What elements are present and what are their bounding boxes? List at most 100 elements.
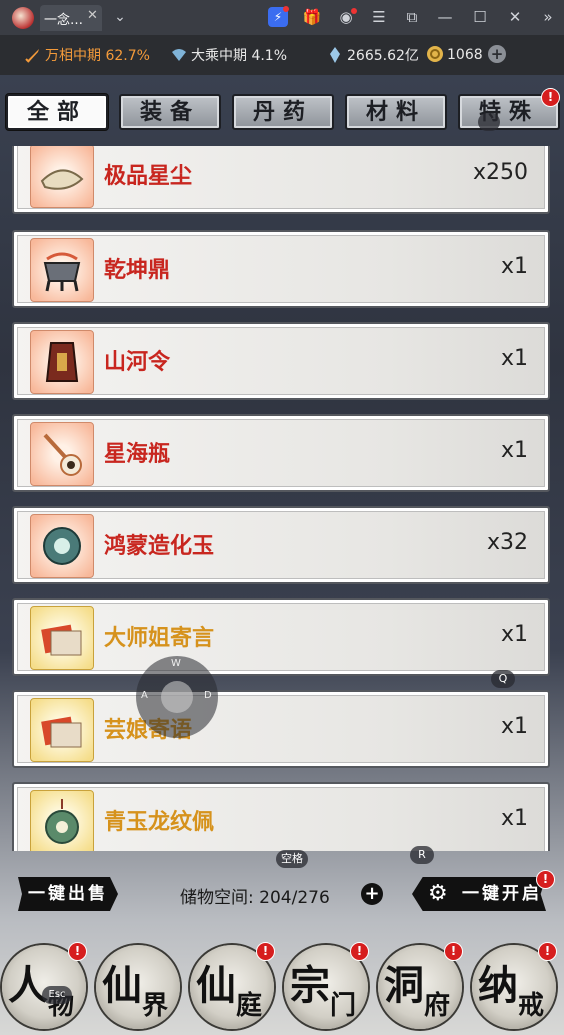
letter-icon — [30, 698, 94, 762]
nav-cave-abode-char1: 洞 — [384, 962, 424, 1009]
nav-character-char1: 人 — [8, 962, 48, 1009]
stardust-icon — [30, 146, 94, 208]
joystick-knob[interactable] — [161, 681, 193, 713]
app-icon — [12, 7, 34, 29]
item-name: 大师姐寄言 — [104, 626, 215, 651]
list-item[interactable]: 极品星尘 x250 — [12, 146, 550, 214]
item-quantity: x1 — [500, 346, 528, 371]
tab-materials[interactable]: 材料 — [345, 94, 447, 130]
gift-icon[interactable]: 🎁 — [302, 7, 322, 27]
nav-sect-char1: 宗 — [290, 962, 330, 1009]
key-hint-q[interactable]: Q — [491, 670, 515, 688]
user-notification-dot — [351, 8, 357, 14]
window-titlebar: 一念… ✕ ⌄ ⚡ 🎁 ◉ ☰ ⧉ — ☐ ✕ » — [0, 0, 564, 35]
close-icon[interactable]: ✕ — [505, 7, 525, 27]
nav-immortal-court-char2: 庭 — [236, 991, 263, 1021]
add-currency-button[interactable]: + — [488, 45, 506, 63]
bottle-icon — [30, 422, 94, 486]
nav-immortal-realm[interactable]: 仙 界 — [96, 945, 180, 1029]
list-item[interactable]: 大师姐寄言 x1 — [12, 598, 550, 676]
item-list[interactable]: 极品星尘 x250 乾坤鼎 x1 山河令 x1 星海瓶 x1 鸿蒙造化玉 x32 — [0, 146, 564, 851]
tab-title: 一念… — [44, 13, 84, 28]
open-all-label: 一键开启 — [462, 884, 542, 904]
realm2-label: 大乘中期 — [191, 48, 247, 64]
notification-dot — [283, 6, 289, 12]
item-quantity: x1 — [500, 254, 528, 279]
nav-cave-abode-badge: ! — [444, 942, 463, 961]
coin-icon — [427, 46, 443, 62]
nav-storage-ring-badge: ! — [538, 942, 557, 961]
nav-character-badge: ! — [68, 942, 87, 961]
popout-icon[interactable]: ⧉ — [402, 7, 422, 27]
item-quantity: x1 — [500, 622, 528, 647]
realm1-label: 万相中期 — [45, 48, 101, 64]
tab-close-icon[interactable]: ✕ — [87, 8, 98, 23]
item-name: 山河令 — [104, 350, 171, 375]
gear-icon: ⚙ — [428, 881, 451, 906]
realm2-stat: 大乘中期 4.1% — [170, 45, 287, 65]
list-item[interactable]: 乾坤鼎 x1 — [12, 230, 550, 308]
cauldron-icon — [30, 238, 94, 302]
key-hint-overlay — [478, 113, 500, 131]
realm1-stat: 万相中期 62.7% — [24, 45, 150, 65]
virtual-joystick[interactable]: W A D — [136, 656, 218, 738]
spirit-stone-stat: 2665.62亿 — [326, 45, 419, 65]
joystick-w-label: W — [171, 658, 181, 669]
minimize-icon[interactable]: — — [435, 7, 455, 27]
item-name: 星海瓶 — [104, 442, 171, 467]
key-hint-esc: Esc — [42, 986, 72, 1004]
expand-icon[interactable]: » — [538, 7, 558, 27]
nav-immortal-court-badge: ! — [256, 942, 275, 961]
player-stats-bar: 万相中期 62.7% 大乘中期 4.1% 2665.62亿 1068 + — [0, 35, 564, 75]
item-name: 乾坤鼎 — [104, 258, 171, 283]
nav-immortal-court-char1: 仙 — [196, 962, 236, 1009]
nav-immortal-realm-char1: 仙 — [102, 962, 142, 1009]
browser-tab[interactable]: 一念… ✕ — [40, 5, 102, 31]
storage-label: 储物空间: — [180, 888, 254, 908]
jade-icon — [30, 514, 94, 578]
letter-icon — [30, 606, 94, 670]
sell-all-button[interactable]: 一键出售 — [18, 877, 118, 911]
open-all-button[interactable]: ⚙ 一键开启 — [412, 877, 546, 911]
list-item[interactable]: 星海瓶 x1 — [12, 414, 550, 492]
item-name: 极品星尘 — [104, 164, 193, 189]
nav-immortal-realm-char2: 界 — [142, 991, 169, 1021]
nav-storage-ring-char2: 戒 — [518, 991, 545, 1021]
tab-pills[interactable]: 丹药 — [232, 94, 334, 130]
key-hint-r[interactable]: R — [410, 846, 434, 864]
open-all-alert-badge: ! — [536, 870, 555, 889]
nav-sect-badge: ! — [350, 942, 369, 961]
joystick-d-label: D — [204, 690, 212, 701]
item-quantity: x1 — [500, 438, 528, 463]
storage-info: 储物空间: 204/276 — [180, 883, 330, 908]
expand-storage-button[interactable]: + — [361, 883, 383, 905]
menu-icon[interactable]: ☰ — [369, 7, 389, 27]
spirit-stone-value: 2665.62亿 — [347, 48, 419, 64]
token-icon — [30, 330, 94, 394]
item-quantity: x250 — [472, 160, 528, 185]
joystick-a-label: A — [141, 690, 148, 701]
realm2-value: 4.1% — [251, 48, 288, 64]
pendant-icon — [30, 790, 94, 851]
nav-sect-char2: 门 — [330, 991, 357, 1021]
item-quantity: x1 — [500, 714, 528, 739]
tab-all[interactable]: 全部 — [6, 94, 108, 130]
item-name: 鸿蒙造化玉 — [104, 534, 215, 559]
gold-stat: 1068 — [426, 45, 483, 63]
item-quantity: x32 — [486, 530, 528, 555]
list-item[interactable]: 山河令 x1 — [12, 322, 550, 400]
fan-icon — [172, 49, 186, 61]
item-quantity: x1 — [500, 806, 528, 831]
tab-equipment[interactable]: 装备 — [119, 94, 221, 130]
nav-cave-abode-char2: 府 — [424, 991, 451, 1021]
gold-value: 1068 — [447, 47, 483, 63]
tab-dropdown-icon[interactable]: ⌄ — [110, 7, 130, 27]
key-hint-space[interactable]: 空格 — [276, 850, 308, 868]
item-name: 青玉龙纹佩 — [104, 810, 215, 835]
list-item[interactable]: 芸娘寄语 x1 — [12, 690, 550, 768]
list-item[interactable]: 鸿蒙造化玉 x32 — [12, 506, 550, 584]
nav-storage-ring-char1: 纳 — [478, 962, 518, 1009]
list-item[interactable]: 青玉龙纹佩 x1 — [12, 782, 550, 851]
crystal-icon — [330, 47, 340, 63]
maximize-icon[interactable]: ☐ — [470, 7, 490, 27]
